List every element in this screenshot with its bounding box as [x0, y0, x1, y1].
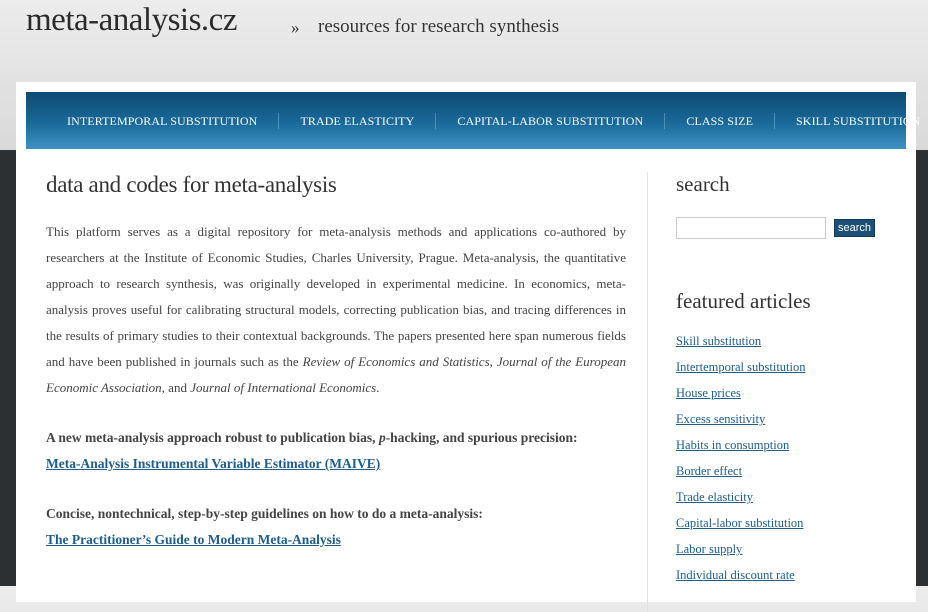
article-link-trade-elasticity[interactable]: Trade elasticity	[676, 490, 753, 504]
article-link-habits-in-consumption[interactable]: Habits in consumption	[676, 438, 789, 452]
page-title: data and codes for meta-analysis	[46, 172, 337, 197]
feature-maive-lead-p: p	[378, 430, 386, 445]
nav-item-class-size[interactable]: Class size	[665, 112, 776, 129]
article-link-labor-supply[interactable]: Labor supply	[676, 542, 742, 556]
list-item: Skill substitution	[676, 328, 896, 354]
list-item: Labor supply	[676, 536, 896, 562]
site-title[interactable]: meta-analysis.cz	[26, 2, 237, 39]
journal-jie: Journal of International Economics	[190, 380, 377, 395]
list-item: House prices	[676, 380, 896, 406]
search-button[interactable]: search	[834, 219, 876, 237]
intro-paragraph: This platform serves as a digital reposi…	[46, 219, 626, 401]
nav-item-trade-elasticity[interactable]: Trade elasticity	[279, 112, 437, 129]
featured-articles-heading: featured articles	[676, 289, 811, 313]
title-separator: »	[291, 18, 300, 37]
sidebar: search search featured articles Skill su…	[676, 172, 896, 588]
list-item: Intertemporal substitution	[676, 354, 896, 380]
article-link-excess-sensitivity[interactable]: Excess sensitivity	[676, 412, 765, 426]
feature-maive: A new meta-analysis approach robust to p…	[46, 425, 626, 477]
practitioners-guide-link[interactable]: The Practitioner’s Guide to Modern Meta-…	[46, 527, 341, 553]
article-link-capital-labor-substitution[interactable]: Capital-labor substitution	[676, 516, 803, 530]
sidebar-divider	[647, 172, 648, 612]
feature-maive-lead-a: A new meta-analysis approach robust to p…	[46, 430, 379, 445]
list-item: Border effect	[676, 458, 896, 484]
list-item: Individual discount rate	[676, 562, 896, 588]
article-link-individual-discount-rate[interactable]: Individual discount rate	[676, 568, 795, 582]
search-heading: search	[676, 172, 730, 196]
article-link-skill-substitution[interactable]: Skill substitution	[676, 334, 761, 348]
intro-sep-1: ,	[489, 354, 497, 369]
featured-articles-list: Skill substitution Intertemporal substit…	[676, 328, 896, 588]
feature-guide-lead: Concise, nontechnical, step-by-step guid…	[46, 506, 483, 521]
intro-end: .	[376, 380, 380, 395]
nav-item-capital-labor-substitution[interactable]: Capital-labor substitution	[436, 112, 666, 129]
journal-restat: Review of Economics and Statistics	[302, 354, 490, 369]
site-tagline: resources for research synthesis	[318, 16, 560, 37]
article-link-border-effect[interactable]: Border effect	[676, 464, 742, 478]
feature-maive-lead-b: -hacking, and spurious precision:	[385, 430, 578, 445]
maive-link[interactable]: Meta-Analysis Instrumental Variable Esti…	[46, 451, 380, 477]
list-item: Trade elasticity	[676, 484, 896, 510]
main-content: data and codes for meta-analysis This pl…	[46, 172, 626, 553]
article-link-house-prices[interactable]: House prices	[676, 386, 741, 400]
list-item: Habits in consumption	[676, 432, 896, 458]
content-wrapper: Intertemporal substitution Trade elastic…	[16, 82, 920, 612]
list-item: Capital-labor substitution	[676, 510, 896, 536]
intro-sep-2: , and	[161, 380, 191, 395]
feature-guide: Concise, nontechnical, step-by-step guid…	[46, 501, 626, 553]
article-link-intertemporal-substitution[interactable]: Intertemporal substitution	[676, 360, 806, 374]
search-input[interactable]	[676, 217, 826, 239]
nav-item-intertemporal-substitution[interactable]: Intertemporal substitution	[26, 112, 280, 129]
search-form: search	[676, 217, 896, 239]
nav-item-skill-substitution[interactable]: Skill substitution	[775, 113, 928, 129]
main-nav: Intertemporal substitution Trade elastic…	[26, 92, 920, 149]
list-item: Excess sensitivity	[676, 406, 896, 432]
intro-text: This platform serves as a digital reposi…	[46, 224, 626, 369]
feature-maive-lead: A new meta-analysis approach robust to p…	[46, 425, 626, 451]
